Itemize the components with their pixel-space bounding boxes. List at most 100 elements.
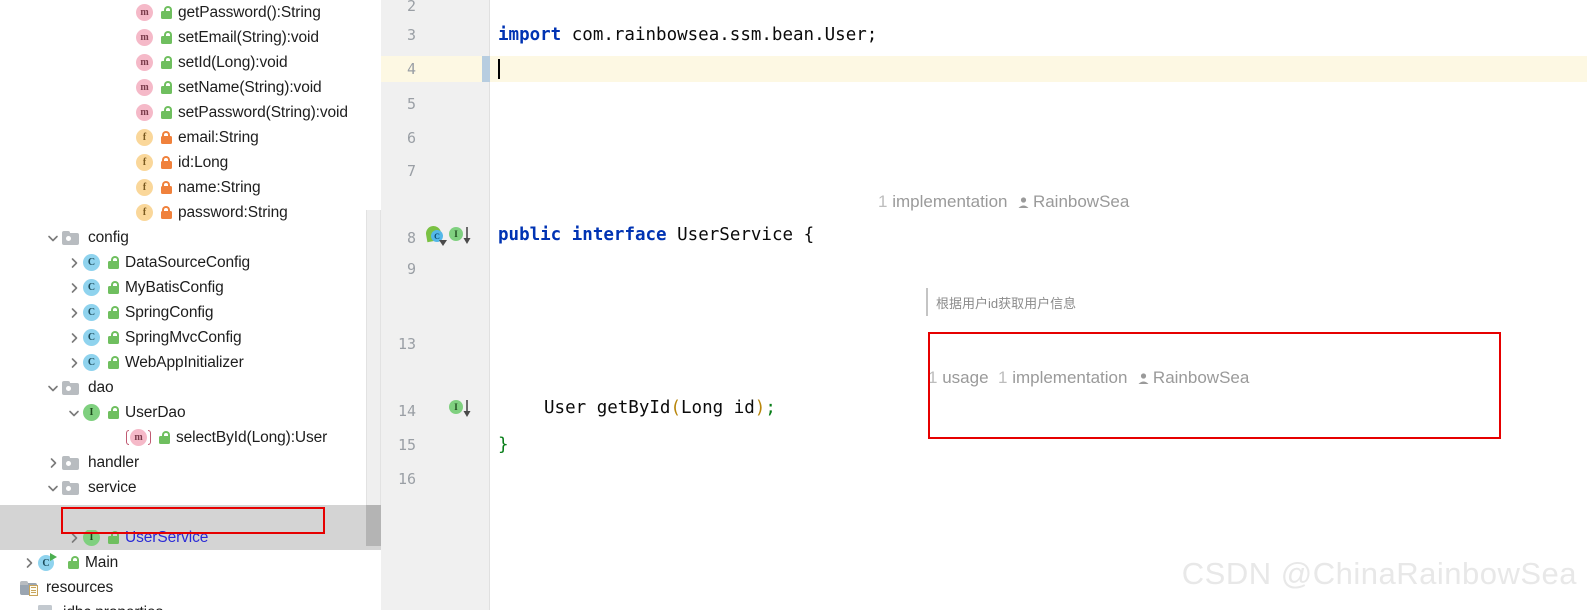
code-vision-interface[interactable]: 1 implementation RainbowSea xyxy=(878,192,1129,214)
tree-item[interactable]: C Main xyxy=(0,550,381,575)
tree-item[interactable]: m setPassword(String):void xyxy=(0,100,381,125)
interface-down-icon-line14[interactable]: I xyxy=(449,399,471,418)
tree-item[interactable]: handler xyxy=(0,450,381,475)
tree-item[interactable]: C WebAppInitializer xyxy=(0,350,381,375)
tree-item[interactable]: C DataSourceConfig xyxy=(0,250,381,275)
implemented-by-icon[interactable]: C xyxy=(424,224,447,246)
tree-item[interactable]: m setEmail(String):void xyxy=(0,25,381,50)
param-type: Long xyxy=(681,398,724,418)
chevron-placeholder xyxy=(120,56,134,70)
tree-item-selected[interactable]: I UserService xyxy=(0,525,381,550)
field-icon: f xyxy=(136,179,153,196)
tree-item[interactable]: C MyBatisConfig xyxy=(0,275,381,300)
chevron-right-icon[interactable] xyxy=(46,456,60,470)
package-folder-icon xyxy=(62,230,84,245)
tree-item-label: config xyxy=(88,228,129,246)
chevron-placeholder xyxy=(120,156,134,170)
chevron-placeholder xyxy=(120,106,134,120)
tree-item[interactable]: config xyxy=(0,225,381,250)
method-icon: m xyxy=(136,4,153,21)
tree-item[interactable]: C SpringConfig xyxy=(0,300,381,325)
tree-item[interactable]: f email:String xyxy=(0,125,381,150)
paren-close: ) xyxy=(754,398,766,418)
chevron-right-icon[interactable] xyxy=(67,506,81,520)
chevron-down-icon[interactable] xyxy=(46,231,60,245)
tree-item[interactable]: dao xyxy=(0,375,381,400)
chevron-right-icon[interactable] xyxy=(22,556,36,570)
chevron-placeholder xyxy=(4,581,18,595)
chevron-placeholder xyxy=(120,181,134,195)
tree-item[interactable]: f id:Long xyxy=(0,150,381,175)
package-folder-icon xyxy=(62,380,84,395)
field-icon: f xyxy=(136,154,153,171)
class-icon: C xyxy=(83,329,100,346)
code-vision-method[interactable]: 1 usage 1 implementation RainbowSea xyxy=(928,368,1249,390)
tree-item[interactable]: jdbc.properties xyxy=(0,600,381,610)
unlocked-public-icon xyxy=(67,555,80,570)
tree-item[interactable]: I UserDao xyxy=(0,400,381,425)
runnable-class-icon: C xyxy=(38,553,60,571)
brace-open: { xyxy=(803,225,815,245)
unlocked-public-icon xyxy=(107,280,120,295)
tree-item[interactable]: service xyxy=(0,475,381,500)
locked-private-icon xyxy=(160,155,173,170)
chevron-down-icon[interactable] xyxy=(67,406,81,420)
line-number: 6 xyxy=(406,129,416,147)
tree-scrollbar-track[interactable] xyxy=(366,210,381,546)
tree-item-label: jdbc.properties xyxy=(63,604,163,610)
code-line-import[interactable]: import com.rainbowsea.ssm.bean.User; xyxy=(498,25,877,46)
tree-scrollbar-thumb[interactable] xyxy=(366,505,381,546)
unlocked-public-icon xyxy=(158,430,171,445)
package-folder-icon xyxy=(62,455,84,470)
tree-item[interactable]: f password:String xyxy=(0,200,381,225)
tree-item-label: Main xyxy=(85,553,119,571)
tree-item-label: getPassword():String xyxy=(178,3,321,21)
folded-doc-comment[interactable]: 根据用户id获取用户信息 xyxy=(936,293,1076,312)
chevron-down-icon[interactable] xyxy=(46,481,60,495)
code-line-closing-brace[interactable]: } xyxy=(498,435,509,456)
line-number: 2 xyxy=(406,0,416,15)
keyword-interface: interface xyxy=(571,225,667,245)
tree-item[interactable]: m getPassword():String xyxy=(0,0,381,25)
interface-down-icon-line8[interactable]: I xyxy=(449,226,471,245)
brace-close: } xyxy=(498,435,509,455)
line-number: 13 xyxy=(397,335,416,353)
locked-private-icon xyxy=(160,180,173,195)
tree-item-label: SpringConfig xyxy=(125,303,214,321)
tree-item[interactable]: impl xyxy=(0,500,381,525)
unlocked-public-icon xyxy=(160,80,173,95)
unlocked-public-icon xyxy=(107,305,120,320)
chevron-right-icon[interactable] xyxy=(67,356,81,370)
unlocked-public-icon xyxy=(160,55,173,70)
method-icon: m xyxy=(136,54,153,71)
chevron-placeholder xyxy=(22,606,36,610)
interface-impl-count: 1 xyxy=(878,192,888,211)
code-line-method-decl[interactable]: User getById(Long id); xyxy=(544,398,776,419)
interface-impl-label: implementation xyxy=(892,192,1008,211)
interface-icon: I xyxy=(83,529,100,546)
chevron-right-icon[interactable] xyxy=(67,281,81,295)
chevron-down-icon[interactable] xyxy=(46,381,60,395)
caret-line-highlight xyxy=(490,56,1587,82)
tree-item[interactable]: C SpringMvcConfig xyxy=(0,325,381,350)
chevron-right-icon[interactable] xyxy=(67,531,81,545)
project-tree-panel[interactable]: m getPassword():String m setEmail(String):v… xyxy=(0,0,381,610)
chevron-placeholder xyxy=(120,31,134,45)
chevron-right-icon[interactable] xyxy=(67,256,81,270)
properties-file-icon xyxy=(38,605,59,610)
tree-item[interactable]: f name:String xyxy=(0,175,381,200)
class-icon: C xyxy=(83,279,100,296)
unlocked-public-icon xyxy=(107,255,120,270)
tree-item[interactable]: m setName(String):void xyxy=(0,75,381,100)
code-line-interface-decl[interactable]: public interface UserService { xyxy=(498,225,814,246)
tree-item-label: id:Long xyxy=(178,153,229,171)
unlocked-public-icon xyxy=(160,105,173,120)
class-icon: C xyxy=(83,304,100,321)
editor-gutter[interactable]: 2 3 4 5 6 7 8 9 13 14 15 16 C I I xyxy=(381,0,490,610)
tree-item[interactable]: m selectById(Long):User xyxy=(0,425,381,450)
tree-item[interactable]: m setId(Long):void xyxy=(0,50,381,75)
chevron-right-icon[interactable] xyxy=(67,306,81,320)
tree-item[interactable]: resources xyxy=(0,575,381,600)
chevron-right-icon[interactable] xyxy=(67,331,81,345)
code-editor[interactable]: 2 3 4 5 6 7 8 9 13 14 15 16 C I I import… xyxy=(381,0,1587,610)
